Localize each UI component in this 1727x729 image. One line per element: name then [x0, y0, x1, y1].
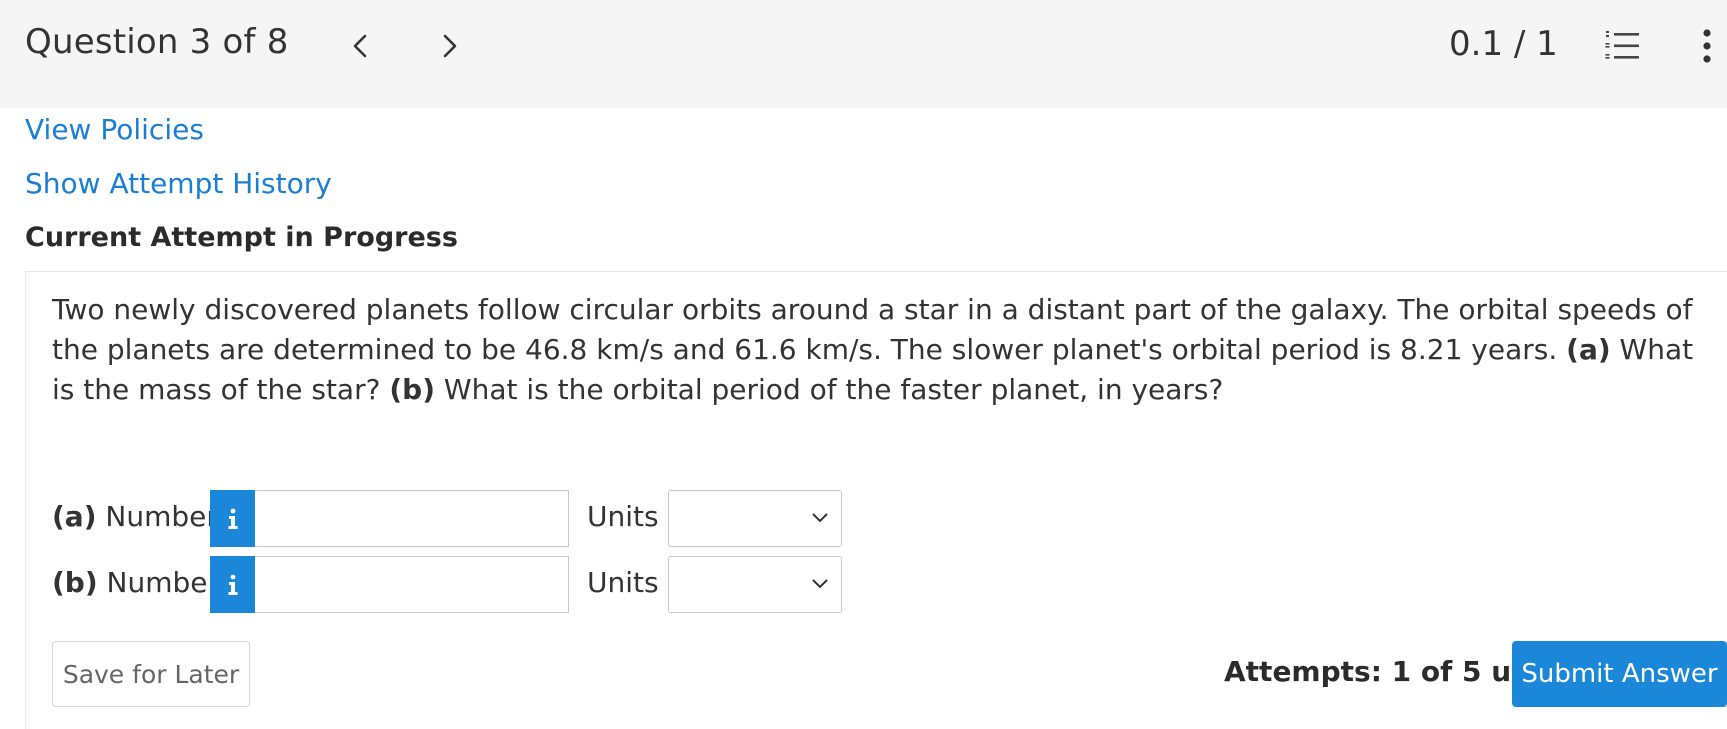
- units-select-a[interactable]: [668, 490, 842, 547]
- question-text: Two newly discovered planets follow circ…: [52, 293, 1694, 406]
- info-button-a[interactable]: [210, 490, 255, 547]
- content-border: [25, 272, 26, 729]
- number-input-a[interactable]: [255, 490, 569, 547]
- info-button-b[interactable]: [210, 556, 255, 613]
- units-label-b: Units: [587, 566, 659, 599]
- question-counter: Question 3 of 8: [25, 22, 289, 62]
- numbered-list-icon: [1605, 31, 1639, 59]
- next-question-button[interactable]: [432, 24, 468, 68]
- more-options-button[interactable]: [1700, 28, 1714, 64]
- more-vertical-icon: [1703, 29, 1711, 63]
- part-a-tag: (a): [1566, 333, 1611, 366]
- info-icon: [228, 574, 237, 595]
- number-input-b[interactable]: [255, 556, 569, 613]
- info-icon: [228, 508, 237, 529]
- chevron-down-icon: [812, 579, 828, 589]
- part-b-label: (b) Number: [52, 566, 220, 599]
- attempt-heading: Current Attempt in Progress: [25, 222, 458, 253]
- show-attempt-history-link[interactable]: Show Attempt History: [25, 167, 332, 200]
- previous-question-button[interactable]: [342, 24, 378, 68]
- units-label-a: Units: [587, 500, 659, 533]
- submit-answer-button[interactable]: Submit Answer: [1512, 641, 1727, 707]
- chevron-down-icon: [812, 513, 828, 523]
- chevron-left-icon: [353, 34, 367, 58]
- divider: [25, 271, 1727, 272]
- question-list-button[interactable]: [1604, 30, 1640, 62]
- score-display: 0.1 / 1: [1449, 24, 1558, 64]
- units-select-b[interactable]: [668, 556, 842, 613]
- chevron-right-icon: [443, 34, 457, 58]
- answer-row-a: (a) Number Units: [52, 490, 852, 548]
- part-a-label: (a) Number: [52, 500, 218, 533]
- part-b-tag: (b): [389, 373, 436, 406]
- view-policies-link[interactable]: View Policies: [25, 113, 204, 146]
- question-header: Question 3 of 8 0.1 / 1: [0, 0, 1727, 108]
- answer-row-b: (b) Number Units: [52, 556, 852, 614]
- save-for-later-button[interactable]: Save for Later: [52, 641, 250, 707]
